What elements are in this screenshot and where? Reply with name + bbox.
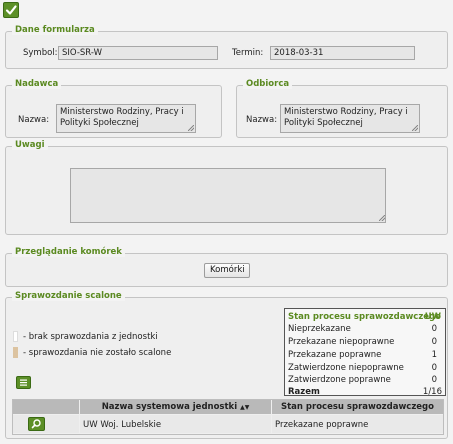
sort-arrows-icon[interactable]: ▲▼ (240, 404, 249, 411)
status-row: Nieprzekazane 0 (285, 322, 445, 335)
legend-swatch-missing (13, 331, 18, 342)
grid-header-status[interactable]: Stan procesu sprawozdawczego (272, 400, 443, 414)
recipient-section: Odbiorca Nazwa: Ministerstwo Rodziny, Pr… (236, 79, 448, 138)
sender-name-line2: Polityki Społecznej (60, 118, 139, 128)
grid-header-name[interactable]: Nazwa systemowa jednostki ▲▼ (80, 400, 271, 414)
notes-section: Uwagi (5, 140, 448, 235)
legend-missing-label: - brak sprawozdania z jednostki (23, 332, 158, 342)
status-row-label: Nieprzekazane (288, 324, 351, 334)
status-row-label: Zatwierdzone poprawne (288, 375, 391, 385)
symbol-field[interactable]: SIO-SR-W (58, 46, 218, 60)
status-table-title: Stan procesu sprawozdawczego (288, 312, 441, 322)
check-icon (5, 5, 17, 15)
form-data-legend: Dane formularza (12, 25, 98, 35)
report-section: Sprawozdanie scalone - brak sprawozdania… (5, 291, 448, 439)
magnifier-icon (31, 419, 41, 429)
grid-header-name-label: Nazwa systemowa jednostki (101, 402, 238, 412)
term-field[interactable]: 2018-03-31 (270, 46, 415, 60)
sender-name-label: Nazwa: (18, 115, 50, 125)
status-row-label: Zatwierdzone niepoprawne (288, 363, 404, 373)
status-row-value: 0 (431, 363, 437, 373)
status-row-value: 1 (431, 350, 437, 360)
status-total-row: Razem 1/16 (285, 385, 445, 398)
legend-unmerged-label: - sprawozdania nie zostało scalone (23, 348, 172, 358)
sender-name-line1: Ministerstwo Rodziny, Pracy i (60, 107, 184, 117)
recipient-name-label: Nazwa: (246, 115, 278, 125)
status-row-label: Przekazane poprawne (288, 350, 382, 360)
confirm-button[interactable] (3, 2, 19, 18)
status-table: Stan procesu sprawozdawczego UW Nieprzek… (284, 308, 446, 398)
symbol-label: Symbol: (23, 48, 58, 58)
sender-name-field[interactable]: Ministerstwo Rodziny, Pracy i Polityki S… (56, 104, 196, 133)
units-grid: Nazwa systemowa jednostki ▲▼ Stan proces… (12, 399, 444, 435)
status-row: Przekazane niepoprawne 0 (285, 335, 445, 348)
sender-section: Nadawca Nazwa: Ministerstwo Rodziny, Pra… (5, 79, 222, 138)
legend-swatch-unmerged (13, 347, 18, 358)
sender-legend: Nadawca (12, 79, 62, 89)
status-table-unit: UW (424, 312, 441, 322)
status-row: Przekazane poprawne 1 (285, 348, 445, 361)
cells-button[interactable]: Komórki (204, 263, 250, 278)
resize-grip-icon[interactable] (412, 125, 418, 131)
cells-legend: Przeglądanie komórek (12, 247, 125, 257)
export-button[interactable] (16, 376, 31, 389)
table-row-status: Przekazane poprawne (272, 415, 443, 433)
cells-section: Przeglądanie komórek Komórki (5, 247, 448, 287)
report-legend: Sprawozdanie scalone (12, 291, 125, 301)
grid-header-action (13, 400, 79, 414)
table-row-name: UW Woj. Lubelskie (80, 415, 271, 433)
term-label: Termin: (232, 48, 264, 58)
grid-header-status-label: Stan procesu sprawozdawczego (281, 402, 434, 412)
list-icon (20, 379, 27, 386)
notes-legend: Uwagi (12, 140, 48, 150)
status-total-value: 1/16 (422, 387, 442, 397)
resize-grip-icon[interactable] (188, 125, 194, 131)
notes-textarea[interactable] (70, 168, 386, 223)
status-row-value: 0 (431, 337, 437, 347)
view-button[interactable] (28, 417, 45, 431)
recipient-legend: Odbiorca (243, 79, 293, 89)
table-row-action (13, 415, 79, 433)
form-data-section: Dane formularza Symbol: SIO-SR-W Termin:… (5, 25, 448, 69)
status-row-label: Przekazane niepoprawne (288, 337, 395, 347)
status-total-label: Razem (288, 387, 320, 397)
recipient-name-line1: Ministerstwo Rodziny, Pracy i (284, 107, 408, 117)
status-row-value: 0 (431, 324, 437, 334)
recipient-name-field[interactable]: Ministerstwo Rodziny, Pracy i Polityki S… (280, 104, 420, 133)
recipient-name-line2: Polityki Społecznej (284, 118, 363, 128)
status-row-value: 0 (431, 375, 437, 385)
resize-grip-icon[interactable] (379, 215, 385, 221)
